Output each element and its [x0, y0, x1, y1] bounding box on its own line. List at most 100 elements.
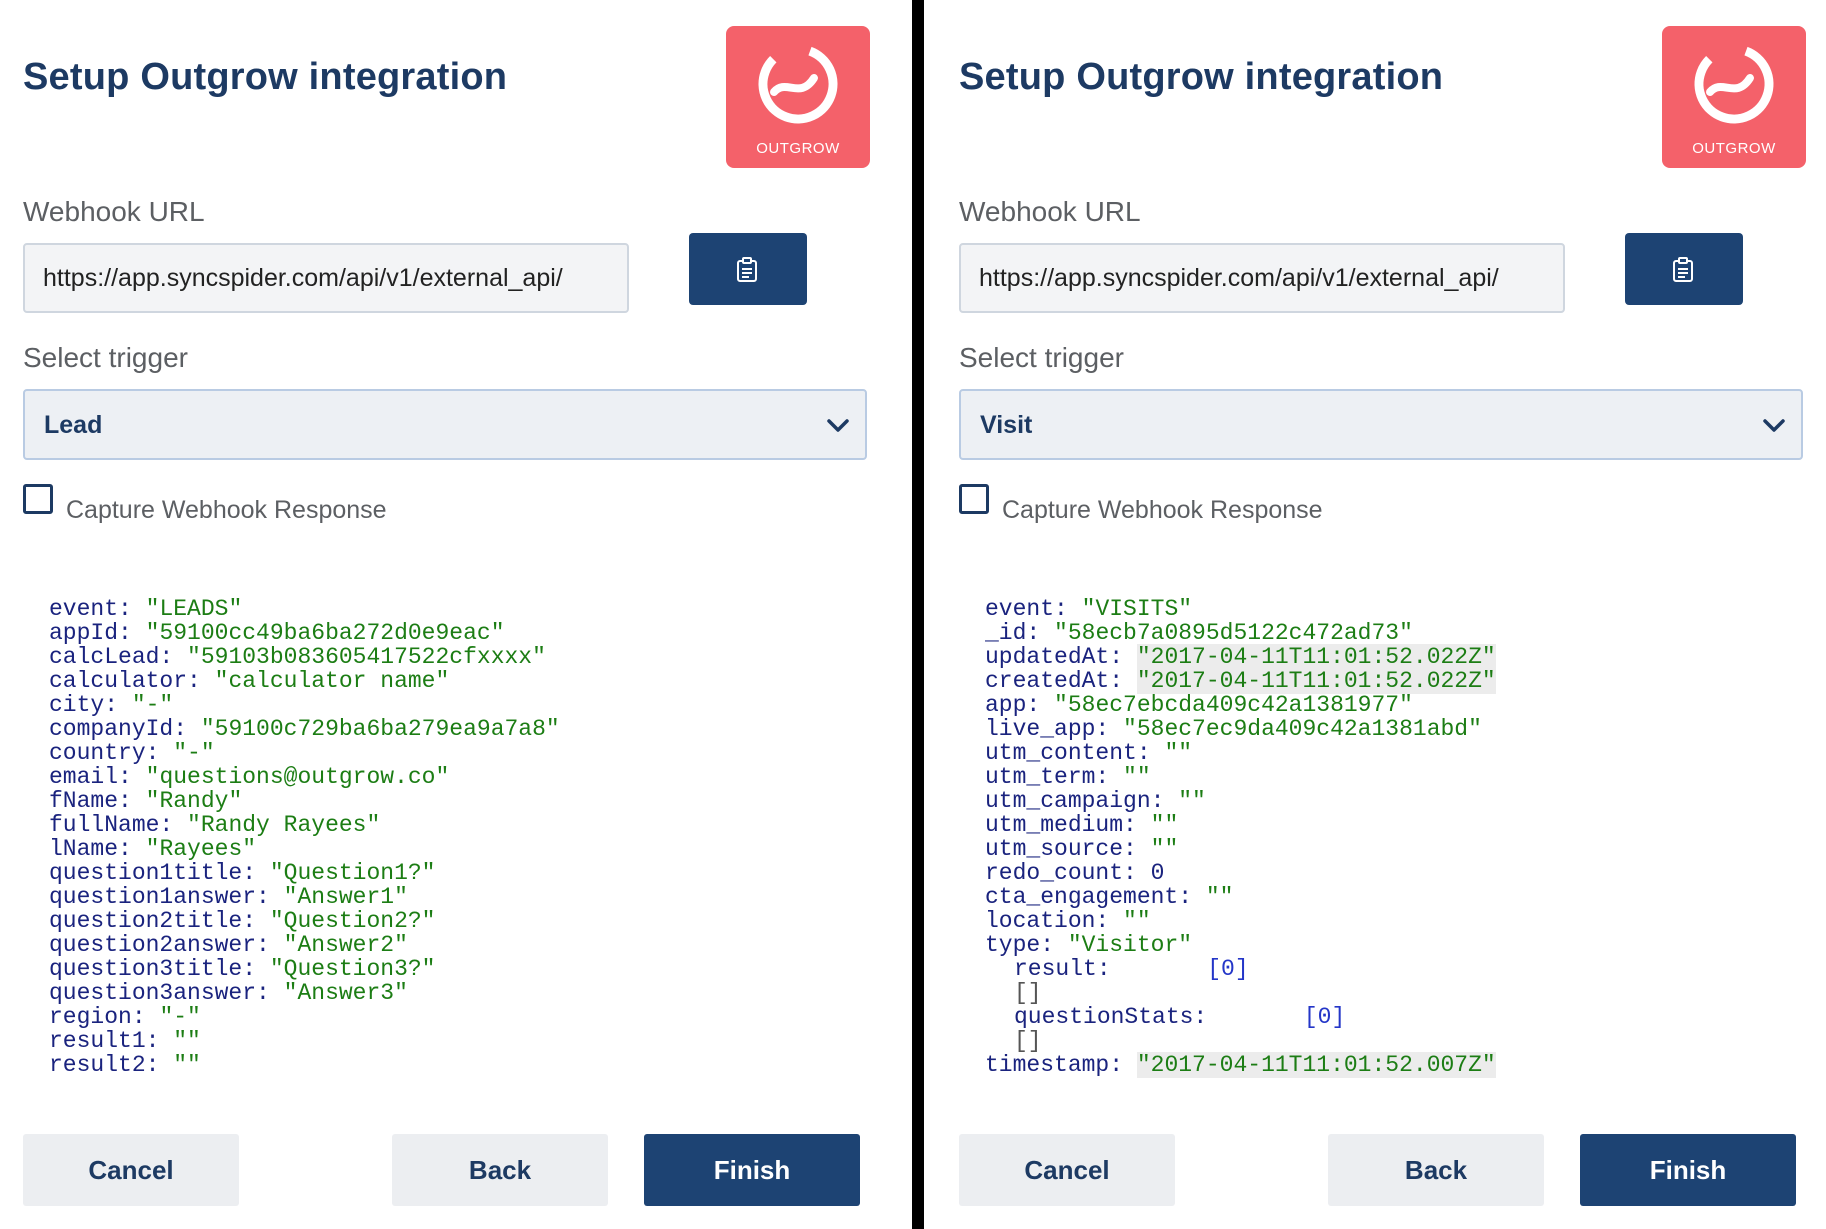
webhook-url-field[interactable] [23, 243, 629, 313]
payload-line: city: "-" [49, 693, 889, 717]
copy-url-button[interactable] [689, 233, 807, 305]
payload-key: city: [49, 692, 119, 718]
integration-panel-lead: Setup Outgrow integration OUTGROW Webhoo… [0, 0, 912, 1229]
payload-line: _id: "58ecb7a0895d5122c472ad73" [985, 621, 1825, 645]
payload-value: "Visitor" [1067, 932, 1193, 958]
payload-value: "" [1178, 788, 1206, 814]
payload-value: "-" [131, 692, 174, 718]
payload-line: questionStats: [0] [985, 1005, 1825, 1029]
payload-value: "-" [159, 1004, 201, 1030]
outgrow-logo: OUTGROW [1662, 26, 1806, 168]
payload-value: "59103b083605417522cfxxxx" [187, 644, 546, 670]
payload-line: location: "" [985, 909, 1825, 933]
payload-value: "" [1150, 836, 1179, 862]
payload-key: result: [1014, 956, 1111, 982]
payload-line: cta_engagement: "" [985, 885, 1825, 909]
payload-value: "59100c729ba6ba279ea9a7a8" [200, 716, 560, 742]
payload-line: region: "-" [49, 1005, 889, 1029]
capture-response-label: Capture Webhook Response [66, 496, 387, 524]
payload-key: calculator: [49, 668, 201, 694]
payload-value: "Answer3" [283, 980, 408, 1006]
payload-line: companyId: "59100c729ba6ba279ea9a7a8" [49, 717, 889, 741]
chevron-down-icon [827, 419, 849, 432]
payload-key: lName: [49, 836, 132, 862]
trigger-select[interactable]: Visit [959, 389, 1803, 460]
payload-line: result: [0] [985, 957, 1825, 981]
cancel-button[interactable]: Cancel [959, 1134, 1175, 1206]
payload-value: "Question1?" [269, 860, 436, 886]
capture-response-checkbox[interactable] [23, 484, 53, 514]
select-trigger-label: Select trigger [959, 342, 1124, 373]
payload-key: location: [985, 908, 1110, 934]
webhook-url-field[interactable] [959, 243, 1565, 313]
payload-value: "Question2?" [269, 908, 436, 934]
payload-value: "-" [173, 740, 215, 766]
chevron-down-icon [1763, 419, 1785, 432]
payload-line: result1: "" [49, 1029, 889, 1053]
payload-value: "LEADS" [145, 597, 243, 622]
payload-preview: event: "LEADS" appId: "59100cc49ba6ba272d… [49, 597, 889, 1087]
payload-value: "questions@outgrow.co" [145, 764, 450, 790]
finish-button[interactable]: Finish [644, 1134, 860, 1206]
integration-panel-visit: Setup Outgrow integration OUTGROW Webhoo… [936, 0, 1826, 1229]
payload-key: question3title: [49, 956, 257, 982]
payload-value: "Rayees" [145, 836, 257, 862]
payload-value: "" [1205, 884, 1234, 910]
payload-line: result2: "" [49, 1053, 889, 1077]
payload-line: question2title: "Question2?" [49, 909, 889, 933]
payload-value: "" [1123, 908, 1151, 934]
payload-key: result2: [49, 1052, 160, 1078]
payload-key: region: [49, 1004, 146, 1030]
payload-line: type: "Visitor" [985, 933, 1825, 957]
payload-value: "58ec7ec9da409c42a1381abd" [1123, 716, 1482, 742]
payload-line: question3title: "Question3?" [49, 957, 889, 981]
payload-key: utm_source: [985, 836, 1137, 862]
copy-url-button[interactable] [1625, 233, 1743, 305]
outgrow-logo-icon [758, 44, 838, 124]
payload-line: appId: "59100cc49ba6ba272d0e9eac" [49, 621, 889, 645]
payload-value: "2017-04-11T11:01:52.022Z" [1136, 668, 1496, 694]
logo-text: OUTGROW [1692, 140, 1776, 157]
capture-response-checkbox[interactable] [959, 484, 989, 514]
clipboard-icon [737, 257, 757, 282]
back-button[interactable]: Back [392, 1134, 608, 1206]
logo-text: OUTGROW [756, 140, 840, 157]
webhook-url-label: Webhook URL [23, 196, 205, 227]
payload-value: 0 [1150, 860, 1165, 886]
trigger-select[interactable]: Lead [23, 389, 867, 460]
payload-value: "58ecb7a0895d5122c472ad73" [1054, 620, 1413, 646]
payload-value: "" [173, 1052, 201, 1078]
finish-button[interactable]: Finish [1580, 1134, 1796, 1206]
payload-key: app: [985, 692, 1041, 718]
payload-line: question1answer: "Answer1" [49, 885, 889, 909]
payload-key: calcLead: [49, 644, 174, 670]
trigger-select-value: Visit [980, 411, 1033, 439]
payload-line: country: "-" [49, 741, 889, 765]
payload-line: utm_source: "" [985, 837, 1825, 861]
outgrow-logo-icon [1694, 44, 1774, 124]
payload-key: email: [49, 764, 132, 790]
payload-value: "Question3?" [269, 956, 436, 982]
payload-preview: event: "VISITS" _id: "58ecb7a0895d5122c47… [985, 597, 1825, 1087]
payload-line: app: "58ec7ebcda409c42a1381977" [985, 693, 1825, 717]
payload-line: lName: "Rayees" [49, 837, 889, 861]
payload-value: "Answer2" [283, 932, 408, 958]
screen: Setup Outgrow integration OUTGROW Webhoo… [0, 0, 1826, 1229]
payload-key: fName: [49, 788, 132, 814]
payload-line: [] [985, 1029, 1825, 1053]
cancel-button[interactable]: Cancel [23, 1134, 239, 1206]
page-title: Setup Outgrow integration [23, 56, 508, 98]
webhook-url-label: Webhook URL [959, 196, 1141, 227]
payload-value: "Answer1" [283, 884, 408, 910]
payload-key: live_app: [985, 716, 1110, 742]
payload-key: question1title: [49, 860, 257, 886]
payload-value: "" [1123, 764, 1151, 790]
payload-line: utm_term: "" [985, 765, 1825, 789]
payload-key: createdAt: [985, 668, 1124, 694]
back-button[interactable]: Back [1328, 1134, 1544, 1206]
payload-line: fullName: "Randy Rayees" [49, 813, 889, 837]
payload-bracket: [] [1014, 1028, 1042, 1054]
payload-key: utm_campaign: [985, 788, 1165, 814]
payload-line: question2answer: "Answer2" [49, 933, 889, 957]
payload-key: question3answer: [49, 980, 270, 1006]
